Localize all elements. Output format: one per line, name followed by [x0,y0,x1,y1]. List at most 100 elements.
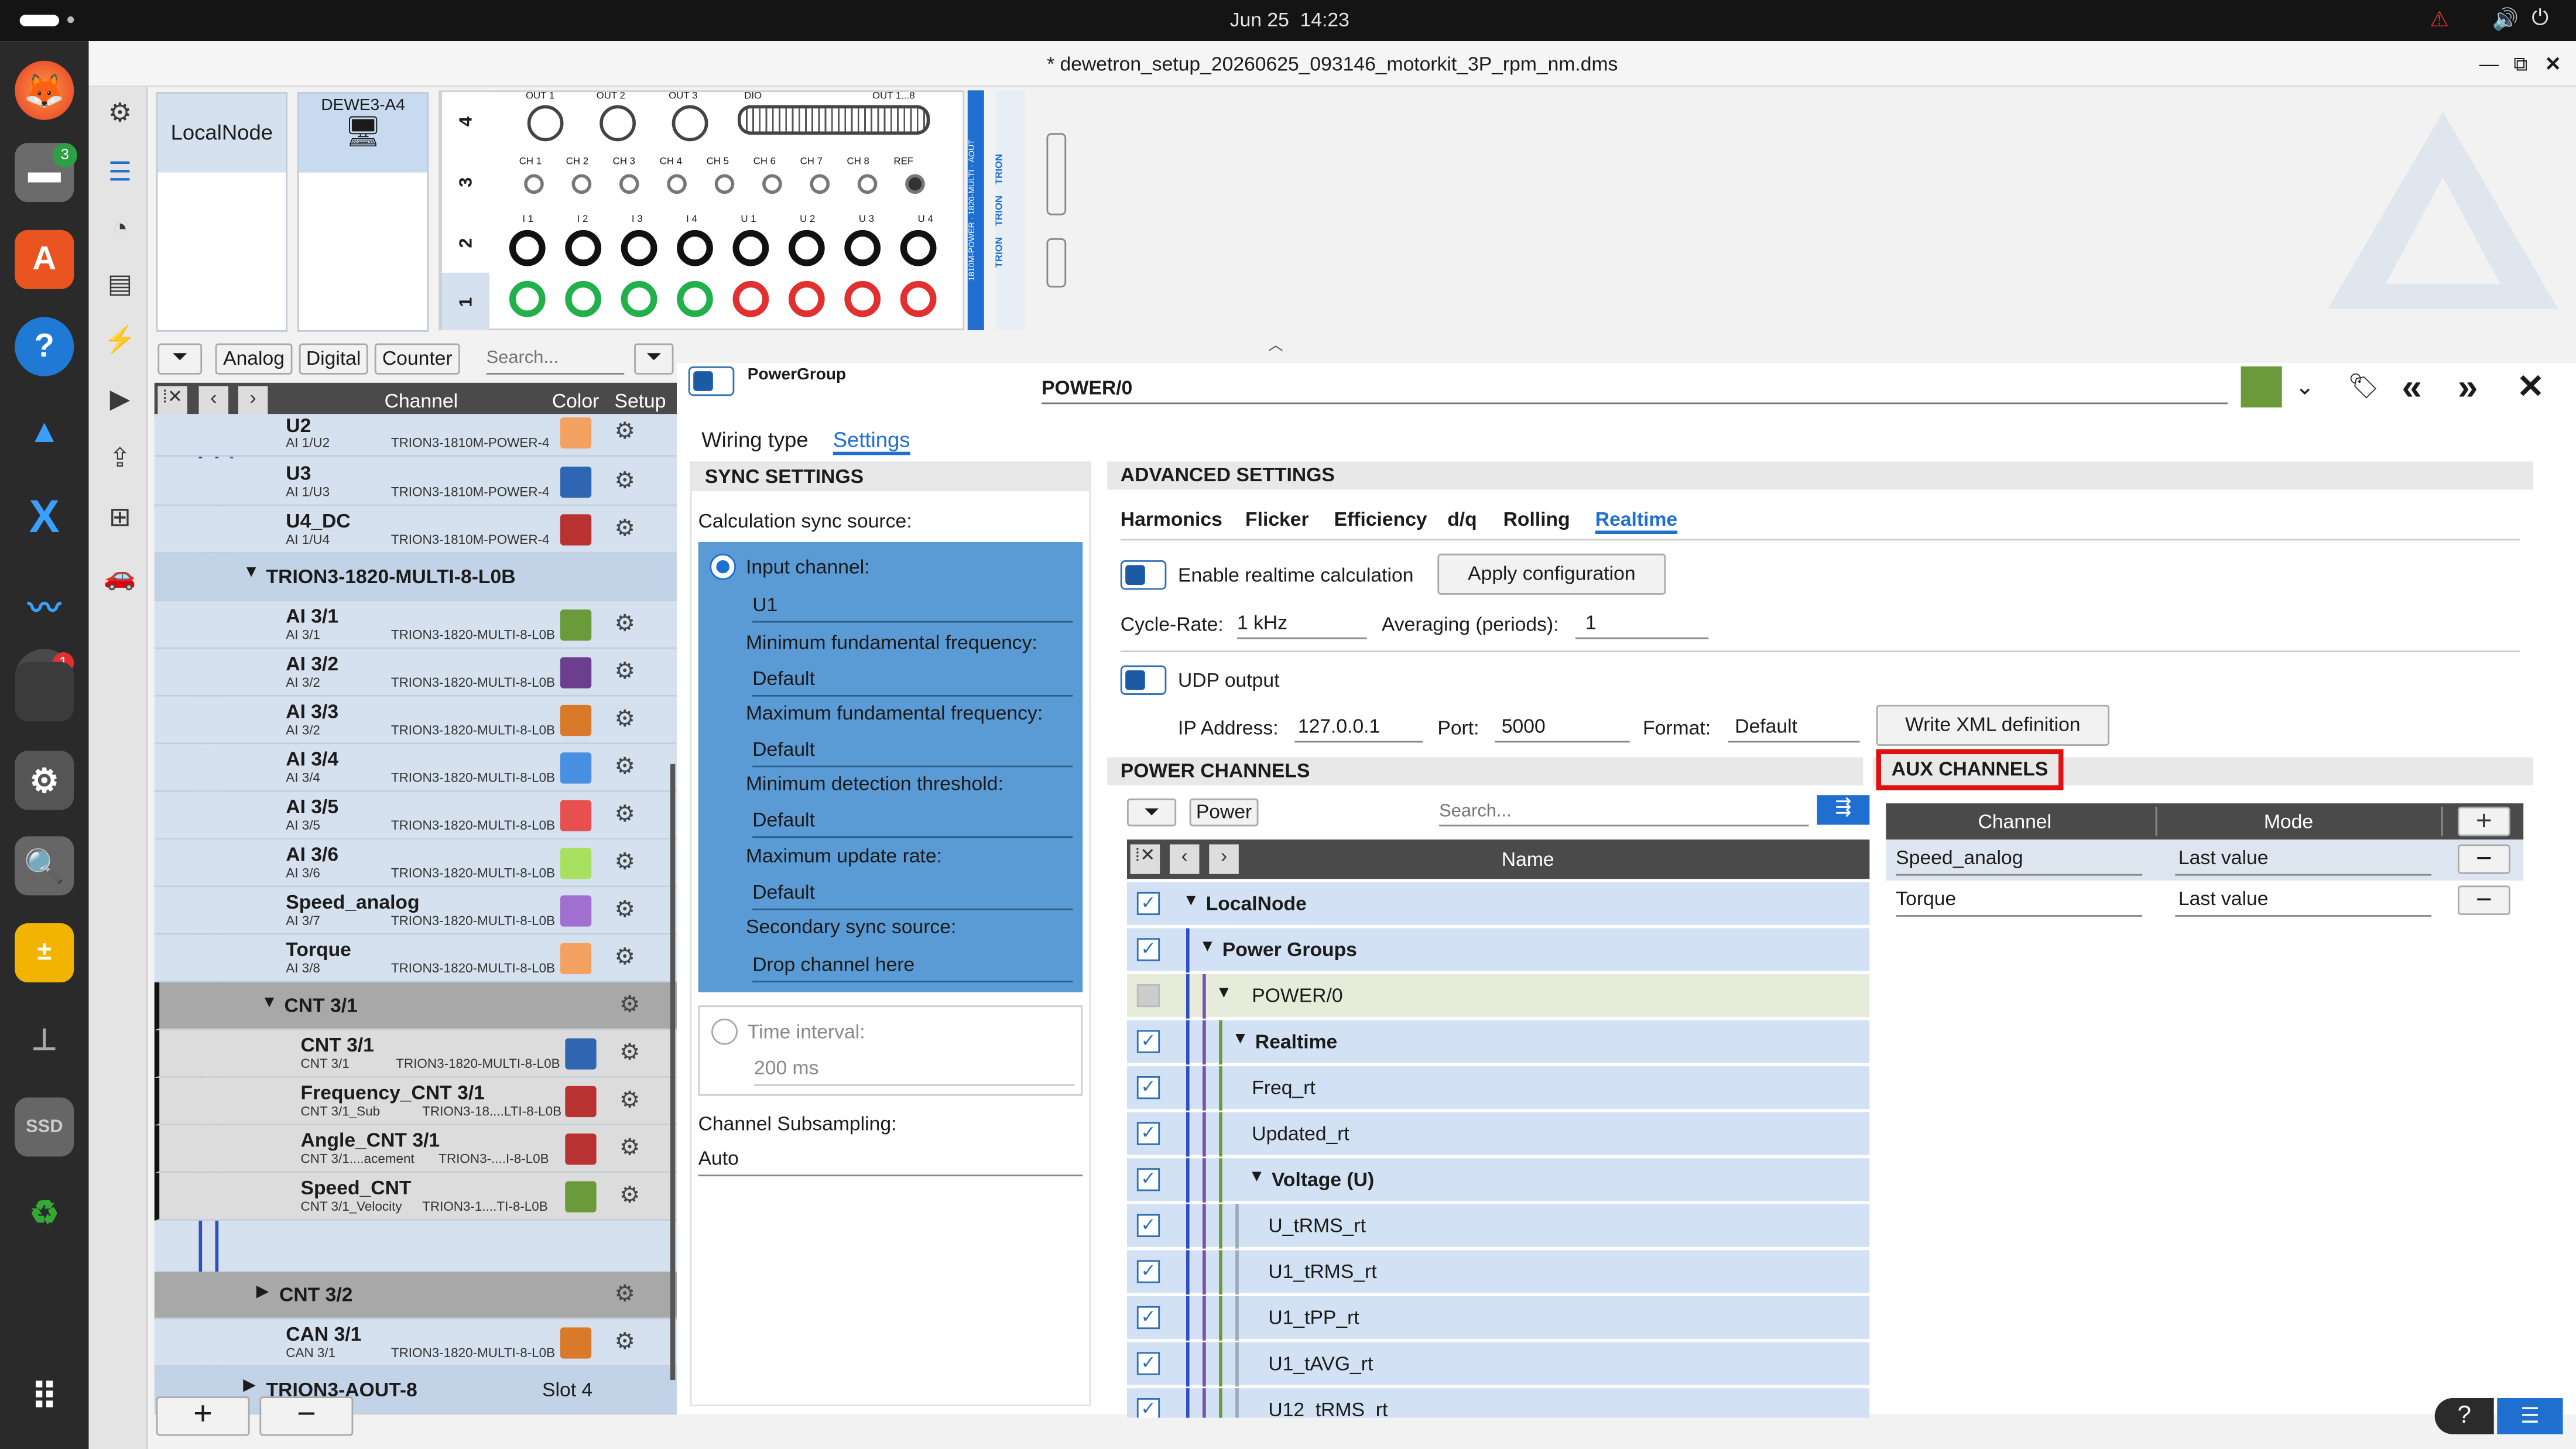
chevron-right-icon[interactable]: ▶ [256,1283,269,1301]
previous-channel-button[interactable]: « [2402,366,2422,409]
add-aux-channel-button[interactable]: + [2457,807,2510,837]
trash-icon[interactable]: ♻ [15,1183,74,1242]
channel-row-speed-analog[interactable]: Speed_analog AI 3/7 TRION3-1820-MULTI-8-L0… [154,887,677,935]
column-name[interactable]: Name [1502,848,1554,871]
checkbox[interactable]: ✓ [1136,892,1160,916]
minimize-button[interactable]: — [2479,41,2499,87]
network-icon[interactable]: ⊞ [102,501,138,537]
tab-realtime[interactable]: Realtime [1595,508,1678,534]
pc-row-u1-tpp-rt[interactable]: ✓ U1_tPP_rt [1126,1296,1870,1341]
out1-connector[interactable] [527,105,564,142]
tree-scrollbar[interactable] [670,763,676,1381]
i4-green-connector[interactable] [677,280,713,317]
chevron-down-icon[interactable]: ▼ [1199,938,1215,956]
chevron-down-icon[interactable]: ▼ [1232,1030,1249,1048]
setup-gear-icon[interactable]: ⚙ [619,992,642,1015]
i2-black-connector[interactable] [565,229,602,266]
chevron-down-icon[interactable]: ▼ [1183,892,1199,910]
checkbox[interactable]: ✓ [1136,1076,1160,1099]
back-button[interactable]: ‹ [198,386,229,416]
aux-channel-field[interactable]: Speed_analog [1896,846,2143,876]
checkbox[interactable]: ✓ [1136,1260,1160,1283]
maximize-button[interactable]: ⧉ [2513,41,2527,87]
power-filter-label[interactable]: Power [1189,798,1259,827]
out3-connector[interactable] [672,105,708,142]
color-swatch[interactable] [560,800,592,831]
min-freq-select[interactable]: Default [752,667,1073,697]
list-icon[interactable]: ☰ [102,156,138,193]
back-button[interactable]: ‹ [1169,844,1200,874]
scope-icon[interactable]: 〰 [15,575,74,634]
add-channel-button[interactable]: + [156,1396,250,1436]
clear-selection-button[interactable]: ⁞✕ [157,386,187,416]
pc-row-u1-trms-rt[interactable]: ✓ U1_tRMS_rt [1126,1250,1870,1295]
filter-button[interactable]: ⏷ [157,343,203,375]
gear-icon[interactable]: ⚙ [102,97,138,133]
slot-3-label[interactable]: 3 [440,151,490,212]
ch3-connector[interactable] [619,174,639,194]
next-channel-button[interactable]: » [2458,366,2478,409]
channel-row-ai35[interactable]: AI 3/5 AI 3/5 TRION3-1820-MULTI-8-L0B ⚙ [154,792,677,840]
channel-row-torque[interactable]: Torque AI 3/8 TRION3-1820-MULTI-8-L0B ⚙ [154,934,677,983]
channel-row-can31[interactable]: CAN 3/1 CAN 3/1 TRION3-1820-MULTI-8-L0B ⚙ [154,1319,677,1367]
dsub-connector-1[interactable] [1046,133,1067,215]
tag-icon[interactable]: 🏷 [2348,371,2379,401]
color-swatch[interactable] [560,704,592,737]
chevron-down-icon[interactable]: ▼ [261,994,278,1012]
channel-name-field[interactable]: POWER/0 [1042,376,2228,405]
chevron-down-icon[interactable]: ▼ [243,563,259,581]
dsub-connector-2[interactable] [1046,238,1067,288]
time-interval-radio[interactable] [711,1018,738,1045]
chevron-down-icon[interactable]: ⌄ [2295,373,2314,401]
aux-mode-select[interactable]: Last value [2175,846,2432,876]
forward-button[interactable]: › [1209,844,1239,874]
chevron-down-icon[interactable]: ▼ [1216,984,1232,1002]
slot-2-label[interactable]: 2 [440,211,490,273]
app-center-icon[interactable]: A [15,229,74,289]
color-swatch[interactable] [565,1085,597,1118]
ch5-connector[interactable] [714,174,735,194]
setup-gear-icon[interactable]: ⚙ [614,897,637,920]
aux-row-torque[interactable]: Torque Last value − [1886,882,2524,924]
u4-black-connector[interactable] [900,229,937,266]
chevron-down-icon[interactable]: ▼ [1249,1168,1265,1186]
remove-aux-channel-button[interactable]: − [2457,885,2510,916]
channel-search-input[interactable] [486,343,625,375]
pc-row-power0[interactable]: ▼ POWER/0 [1126,974,1870,1019]
setup-gear-icon[interactable]: ⚙ [614,1282,637,1304]
color-swatch[interactable] [565,1133,597,1165]
setup-gear-icon[interactable]: ⚙ [614,419,637,442]
chevron-right-icon[interactable]: ▶ [243,1377,256,1395]
ssd-icon[interactable]: SSD [15,1097,74,1157]
clock[interactable]: Jun 25 14:23 [1150,8,1429,31]
i2-green-connector[interactable] [565,280,602,317]
setup-gear-icon[interactable]: ⚙ [619,1088,642,1111]
u2-black-connector[interactable] [788,229,825,266]
enable-realtime-toggle[interactable] [1120,560,1167,590]
color-swatch[interactable] [560,417,592,449]
format-select[interactable]: Default [1728,715,1860,743]
ch8-connector[interactable] [857,174,878,194]
channel-row-ai33[interactable]: AI 3/3 AI 3/2 TRION3-1820-MULTI-8-L0B ⚙ [154,696,677,745]
pc-row-updated-rt[interactable]: ✓ Updated_rt [1126,1112,1870,1157]
checkbox[interactable]: ✓ [1136,1306,1160,1330]
input-channel-value[interactable]: U1 [752,593,1073,623]
power-group-toggle[interactable] [688,366,735,396]
dewesoft-icon[interactable]: ▲ [15,402,74,461]
u3-red-connector[interactable] [844,280,881,317]
ch4-connector[interactable] [667,174,687,194]
checkbox[interactable] [1136,984,1160,1008]
u3-black-connector[interactable] [844,229,881,266]
setup-gear-icon[interactable]: ⚙ [619,1040,642,1063]
channel-row-angle-cnt31[interactable]: Angle_CNT 3/1 CNT 3/1....acement TRION3-..… [154,1125,677,1173]
color-swatch[interactable] [560,609,592,641]
aux-mode-select[interactable]: Last value [2175,887,2432,917]
terminal-prompt-icon[interactable] [15,662,74,721]
pc-row-power-groups[interactable]: ✓ ▼ Power Groups [1126,928,1870,973]
ch1-connector[interactable] [524,174,544,194]
group-color-swatch[interactable] [2241,366,2282,407]
color-swatch[interactable] [560,514,592,546]
pc-row-freq-rt[interactable]: ✓ Freq_rt [1126,1066,1870,1111]
group-row-cnt31[interactable]: ▼ CNT 3/1 ⚙ [154,982,677,1030]
volume-icon[interactable]: 🔊 [2492,6,2519,33]
